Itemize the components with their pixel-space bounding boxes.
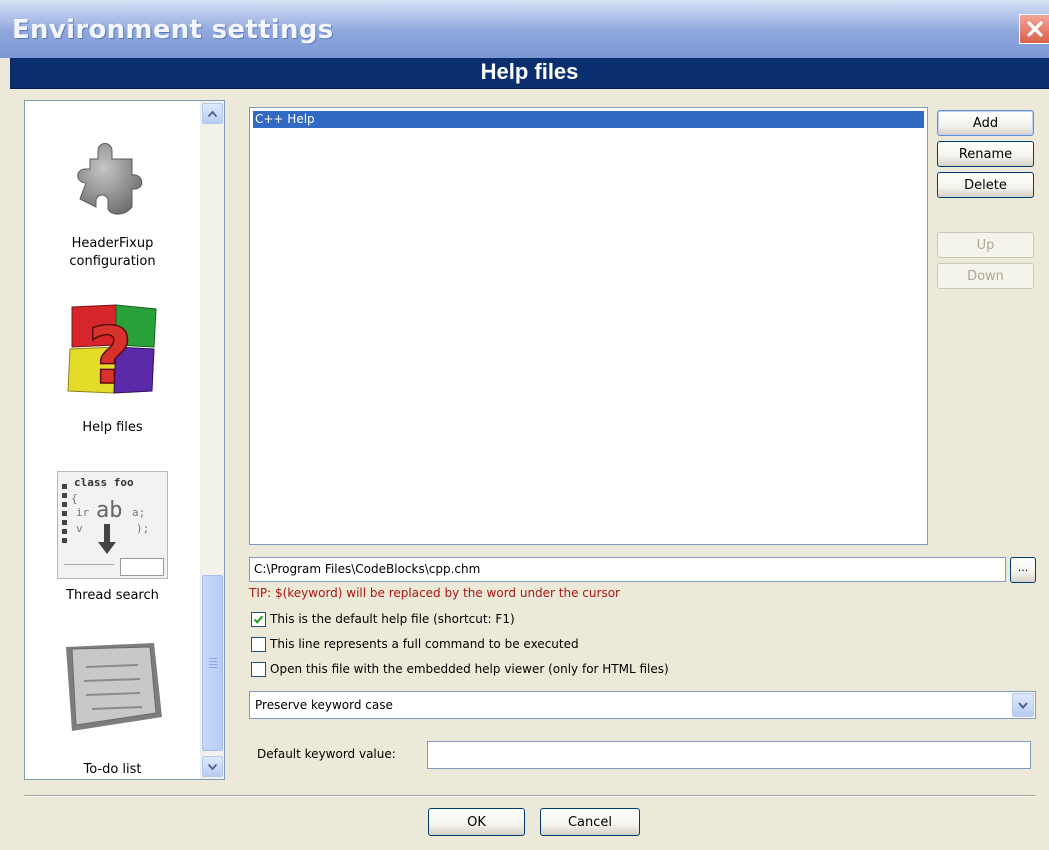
chevron-down-icon <box>208 763 217 770</box>
todo-note-icon <box>65 643 162 731</box>
environment-settings-window: Environment settings Help files HeaderFi… <box>0 0 1049 850</box>
scroll-up-button[interactable] <box>202 103 223 124</box>
section-title: Help files <box>480 59 579 84</box>
up-button[interactable]: Up <box>937 232 1034 258</box>
category-item-todo-list[interactable]: To-do list <box>25 639 200 779</box>
full-command-checkbox[interactable]: This line represents a full command to b… <box>251 636 579 652</box>
category-label: To-do list <box>83 762 142 777</box>
checkbox-label: This line represents a full command to b… <box>270 637 579 651</box>
category-item-help-files[interactable]: ? Help files <box>25 299 200 437</box>
chevron-up-icon <box>208 110 217 117</box>
puzzle-piece-icon <box>76 143 142 215</box>
close-icon <box>1026 21 1043 37</box>
help-files-list[interactable]: C++ Help <box>249 107 928 545</box>
down-button[interactable]: Down <box>937 263 1034 289</box>
section-header: Help files <box>10 58 1049 89</box>
browse-button[interactable]: ... <box>1010 557 1036 583</box>
checkbox-label: This is the default help file (shortcut:… <box>270 612 515 626</box>
thread-search-icon: class foo { ir ab a; v ); <box>57 471 168 579</box>
chevron-down-icon <box>1018 701 1028 709</box>
close-button[interactable] <box>1019 14 1049 44</box>
add-button[interactable]: Add <box>937 110 1034 136</box>
checkbox-label: Open this file with the embedded help vi… <box>270 662 669 676</box>
default-keyword-input[interactable] <box>427 741 1031 769</box>
dropdown-button[interactable] <box>1012 693 1034 717</box>
keyword-case-value: Preserve keyword case <box>255 698 393 712</box>
title-bar[interactable]: Environment settings <box>0 0 1049 58</box>
checkbox-box[interactable] <box>251 611 266 627</box>
scroll-thumb[interactable] <box>202 575 223 751</box>
cancel-button[interactable]: Cancel <box>540 808 640 836</box>
list-item-selected[interactable]: C++ Help <box>253 111 924 128</box>
check-icon <box>253 614 264 624</box>
category-list[interactable]: HeaderFixup configuration ? Help files c… <box>24 100 225 780</box>
embedded-viewer-checkbox[interactable]: Open this file with the embedded help vi… <box>251 661 669 677</box>
category-label: Help files <box>82 420 143 435</box>
keyword-case-select[interactable]: Preserve keyword case <box>249 691 1036 719</box>
thread-icon-ab: ab <box>96 498 123 523</box>
default-help-file-checkbox[interactable]: This is the default help file (shortcut:… <box>251 611 515 627</box>
category-item-thread-search[interactable]: class foo { ir ab a; v ); Thread search <box>25 471 200 605</box>
category-item-headerfixup[interactable]: HeaderFixup configuration <box>25 131 200 271</box>
ok-button[interactable]: OK <box>428 808 525 836</box>
footer-separator <box>24 795 1036 797</box>
category-label: Thread search <box>66 588 159 603</box>
tip-text: TIP: $(keyword) will be replaced by the … <box>249 586 620 600</box>
checkbox-box[interactable] <box>251 661 266 677</box>
category-scrollbar[interactable] <box>200 101 224 779</box>
window-title: Environment settings <box>12 15 334 45</box>
default-keyword-label: Default keyword value: <box>257 747 396 761</box>
category-label-line2: configuration <box>69 254 156 269</box>
help-file-path-input[interactable]: C:\Program Files\CodeBlocks\cpp.chm <box>249 557 1006 582</box>
help-cubes-icon: ? <box>66 304 157 399</box>
thread-icon-code: class foo <box>74 476 134 489</box>
delete-button[interactable]: Delete <box>937 172 1034 198</box>
scroll-down-button[interactable] <box>202 756 223 777</box>
category-label: HeaderFixup <box>71 236 154 251</box>
svg-text:?: ? <box>87 312 132 399</box>
rename-button[interactable]: Rename <box>937 141 1034 167</box>
checkbox-box[interactable] <box>251 636 266 652</box>
